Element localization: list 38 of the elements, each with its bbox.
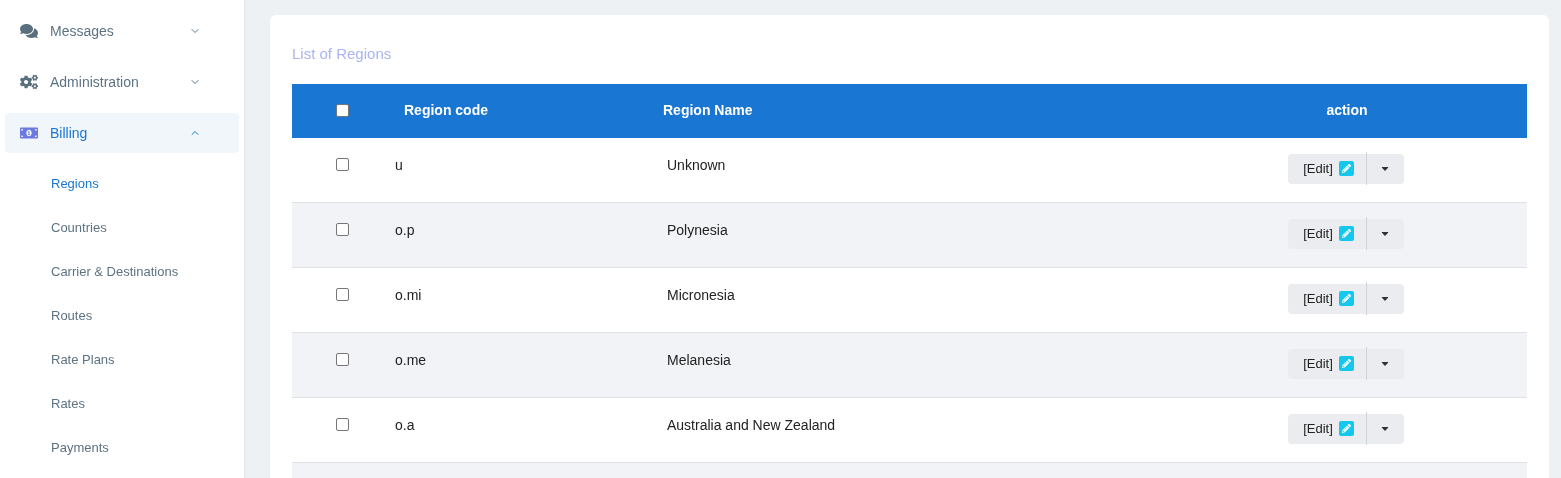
pencil-icon [1338, 226, 1354, 241]
select-all-checkbox[interactable] [335, 104, 349, 117]
gears-icon [20, 74, 38, 90]
column-header: action [1326, 101, 1368, 120]
row-checkbox[interactable] [335, 288, 349, 301]
table-cell: Melanesia [667, 352, 731, 368]
sidebar-subitem[interactable]: Routes [51, 306, 93, 326]
column-header: Region code [404, 102, 488, 118]
sidebar-subitem[interactable]: Payments [51, 438, 109, 458]
column-header: Region Name [663, 102, 753, 118]
sidebar-subitem[interactable]: Carrier & Destinations [51, 262, 179, 282]
table-cell: o.me [395, 352, 427, 368]
card-title: List of Regions [292, 44, 392, 64]
table-cell: u [395, 157, 403, 173]
table-cell: Australia and New Zealand [667, 417, 836, 433]
sidebar-subitem[interactable]: Rate Plans [51, 350, 115, 370]
sidebar-subitem[interactable]: Countries [51, 218, 107, 238]
row-checkbox[interactable] [335, 418, 349, 431]
row-checkbox[interactable] [335, 158, 349, 171]
sidebar-subitem[interactable]: Regions [51, 174, 99, 194]
table-cell: Polynesia [667, 222, 728, 238]
chat-bubbles-icon [20, 23, 38, 39]
table-cell: Micronesia [667, 287, 735, 303]
row-checkbox[interactable] [335, 353, 349, 366]
sidebar-item[interactable]: Messages [5, 11, 239, 51]
sidebar-subitem[interactable]: Rates [51, 394, 85, 414]
sidebar-item[interactable]: Billing [5, 113, 239, 153]
pencil-icon [1338, 356, 1354, 371]
table-cell: Unknown [667, 157, 726, 173]
sidebar-item[interactable]: Administration [5, 62, 239, 102]
pencil-icon [1338, 421, 1354, 436]
table-cell: o.p [395, 222, 415, 238]
row-checkbox[interactable] [335, 223, 349, 236]
table-cell: o.a [395, 417, 415, 433]
table-cell: o.mi [395, 287, 422, 303]
banknote-icon [20, 125, 38, 141]
pencil-icon [1338, 161, 1354, 176]
pencil-icon [1338, 291, 1354, 306]
